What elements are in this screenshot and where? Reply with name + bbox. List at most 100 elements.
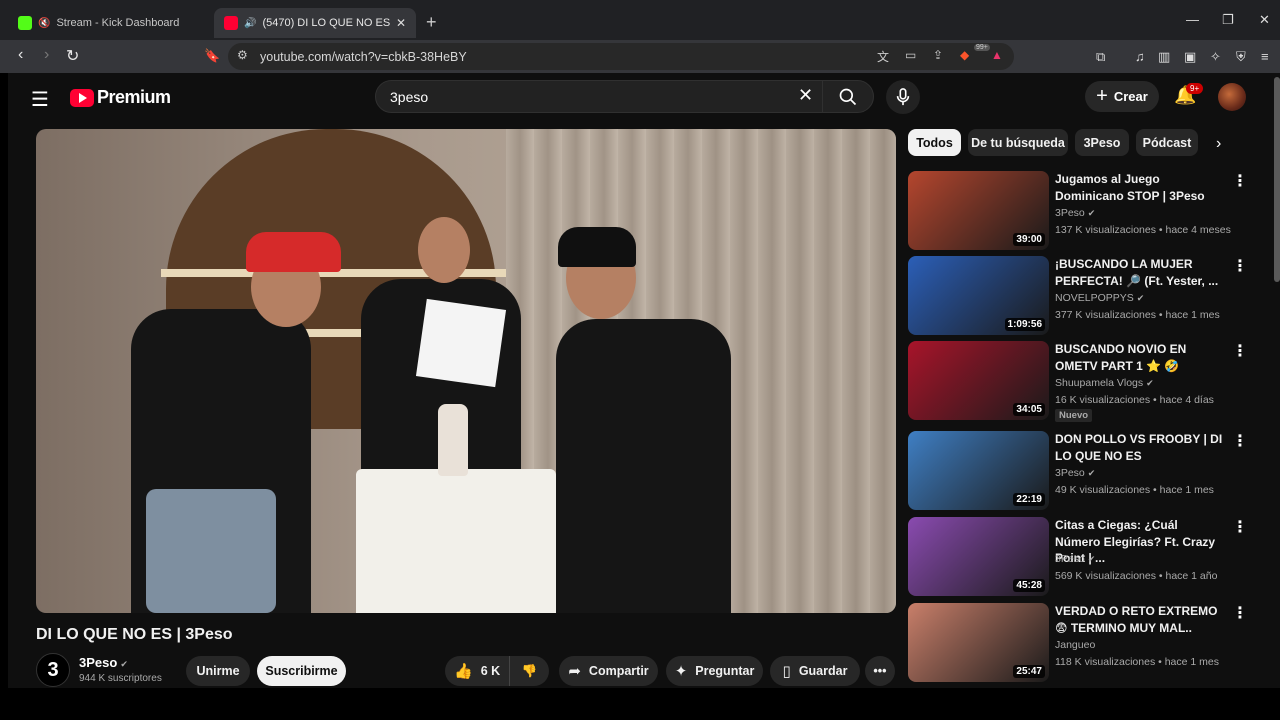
thumbs-up-icon: 👍 bbox=[454, 663, 473, 680]
chip-podcast[interactable]: Pódcast bbox=[1136, 129, 1198, 156]
create-button[interactable]: + Crear bbox=[1085, 81, 1159, 112]
video-person-right bbox=[556, 319, 731, 613]
join-button[interactable]: Unirme bbox=[186, 656, 250, 686]
speaker-icon[interactable]: 🔊 bbox=[244, 18, 256, 29]
recommendation-channel[interactable]: NOVELPOPPYS ✔ bbox=[1055, 292, 1144, 304]
recommendation-channel[interactable]: 3Peso ✔ bbox=[1055, 553, 1095, 565]
dislike-button[interactable]: 👎 bbox=[509, 656, 549, 686]
new-tab-button[interactable]: + bbox=[426, 12, 437, 33]
video-thumbnail[interactable]: 22:19 bbox=[908, 431, 1049, 510]
video-thumbnail[interactable]: 45:28 bbox=[908, 517, 1049, 596]
share-icon[interactable]: ⇪ bbox=[933, 48, 943, 62]
duration-badge: 22:19 bbox=[1013, 493, 1045, 506]
search-input[interactable]: 3peso bbox=[375, 80, 823, 113]
voice-search-button[interactable] bbox=[886, 80, 920, 114]
sparkle-icon: ✦ bbox=[674, 663, 688, 680]
channel-name: 3Peso bbox=[1055, 553, 1085, 565]
subscribe-label: Suscribirme bbox=[265, 664, 338, 678]
video-thumbnail[interactable]: 39:00 bbox=[908, 171, 1049, 250]
chip-3peso[interactable]: 3Peso bbox=[1075, 129, 1129, 156]
video-thumbnail[interactable]: 25:47 bbox=[908, 603, 1049, 682]
brave-rewards-icon[interactable]: ▲ bbox=[991, 48, 1003, 62]
recommendation-title[interactable]: VERDAD O RETO EXTREMO 😨 TERMINO MUY MAL.… bbox=[1055, 603, 1225, 636]
recommendation-item[interactable]: 25:47 VERDAD O RETO EXTREMO 😨 TERMINO MU… bbox=[908, 603, 1258, 683]
video-thumbnail[interactable]: 1:09:56 bbox=[908, 256, 1049, 335]
vpn-icon[interactable]: ⛨ bbox=[1236, 49, 1246, 65]
recommendation-title[interactable]: ¡BUSCANDO LA MUJER PERFECTA! 🔎 (Ft. Yest… bbox=[1055, 256, 1225, 289]
share-button[interactable]: ➦ Compartir bbox=[559, 656, 658, 686]
new-badge: Nuevo bbox=[1055, 409, 1093, 422]
tab-title: Stream - Kick Dashboard bbox=[56, 17, 180, 29]
reload-icon[interactable]: ↻ bbox=[66, 46, 79, 66]
subscribe-button[interactable]: Suscribirme bbox=[257, 656, 346, 686]
minimize-icon[interactable]: — bbox=[1186, 12, 1199, 27]
recommendation-channel[interactable]: 3Peso ✔ bbox=[1055, 207, 1095, 219]
save-button[interactable]: ▯ Guardar bbox=[770, 656, 860, 686]
chip-de-tu-busqueda[interactable]: De tu búsqueda bbox=[968, 129, 1068, 156]
clear-search-icon[interactable]: ✕ bbox=[798, 85, 813, 106]
forward-icon[interactable]: › bbox=[44, 46, 49, 64]
scrollbar-thumb[interactable] bbox=[1274, 77, 1280, 282]
more-vertical-icon[interactable]: ⋮ bbox=[1232, 517, 1248, 537]
more-vertical-icon[interactable]: ⋮ bbox=[1232, 171, 1248, 191]
tab-kick-dashboard[interactable]: 🔇 Stream - Kick Dashboard bbox=[8, 8, 208, 38]
recommendation-item[interactable]: 39:00 Jugamos al Juego Dominicano STOP |… bbox=[908, 171, 1258, 251]
channel-avatar[interactable]: 3 bbox=[36, 653, 70, 687]
recommendation-channel[interactable]: 3Peso ✔ bbox=[1055, 467, 1095, 479]
search-button[interactable] bbox=[822, 80, 874, 113]
chevron-right-icon[interactable]: › bbox=[1216, 135, 1221, 153]
video-player[interactable] bbox=[36, 129, 896, 613]
recommendation-channel[interactable]: Shuupamela Vlogs ✔ bbox=[1055, 377, 1154, 389]
recommendation-meta: 49 K visualizaciones • hace 1 mes bbox=[1055, 484, 1214, 496]
screenshot-icon[interactable]: ⧉ bbox=[1096, 49, 1105, 65]
hamburger-menu-icon[interactable]: ☰ bbox=[31, 87, 49, 112]
more-vertical-icon[interactable]: ⋮ bbox=[1232, 256, 1248, 276]
like-button[interactable]: 👍 6 K bbox=[445, 656, 509, 686]
brave-shield-icon[interactable]: ◆ bbox=[960, 48, 969, 62]
tab-youtube-active[interactable]: 🔊 (5470) DI LO QUE NO ES | 3Pe ✕ bbox=[214, 8, 416, 38]
more-vertical-icon[interactable]: ⋮ bbox=[1232, 341, 1248, 361]
video-title: DI LO QUE NO ES | 3Peso bbox=[36, 626, 233, 643]
recommendation-channel[interactable]: Jangueo bbox=[1055, 639, 1095, 651]
recommendation-title[interactable]: Jugamos al Juego Dominicano STOP | 3Peso bbox=[1055, 171, 1225, 204]
recommendation-item[interactable]: 22:19 DON POLLO VS FROOBY | DI LO QUE NO… bbox=[908, 431, 1258, 511]
microphone-icon bbox=[896, 88, 910, 106]
muted-speaker-icon[interactable]: 🔇 bbox=[38, 18, 50, 29]
ask-button[interactable]: ✦ Preguntar bbox=[666, 656, 763, 686]
duration-badge: 1:09:56 bbox=[1004, 318, 1045, 331]
recommendation-item[interactable]: 45:28 Citas a Ciegas: ¿Cuál Número Elegi… bbox=[908, 517, 1258, 597]
wallet-icon[interactable]: ▣ bbox=[1184, 49, 1196, 65]
video-thumbnail[interactable]: 34:05 bbox=[908, 341, 1049, 420]
recommendation-title[interactable]: BUSCANDO NOVIO EN OMETV PART 1 ⭐ 🤣 bbox=[1055, 341, 1225, 374]
bookmark-icon[interactable]: 🔖 bbox=[204, 48, 220, 64]
back-icon[interactable]: ‹ bbox=[18, 46, 23, 64]
chip-todos[interactable]: Todos bbox=[908, 129, 961, 156]
close-tab-icon[interactable]: ✕ bbox=[396, 16, 406, 30]
maximize-icon[interactable]: ❐ bbox=[1222, 12, 1234, 28]
youtube-premium-logo[interactable]: Premium bbox=[70, 87, 171, 108]
site-settings-icon[interactable]: ⚙ bbox=[237, 48, 248, 62]
recommendation-item[interactable]: 1:09:56 ¡BUSCANDO LA MUJER PERFECTA! 🔎 (… bbox=[908, 256, 1258, 336]
cast-icon[interactable]: ▭ bbox=[905, 48, 916, 62]
address-bar[interactable]: youtube.com/watch?v=cbkB-38HeBY bbox=[228, 43, 1014, 70]
verified-icon: ✔ bbox=[120, 659, 128, 669]
menu-icon[interactable]: ≡ bbox=[1261, 49, 1269, 64]
channel-name-row[interactable]: 3Peso ✔ bbox=[79, 655, 128, 670]
leo-ai-icon[interactable]: ✧ bbox=[1210, 49, 1221, 65]
recommendation-title[interactable]: DON POLLO VS FROOBY | DI LO QUE NO ES bbox=[1055, 431, 1225, 464]
more-actions-button[interactable]: ••• bbox=[865, 656, 895, 686]
verified-icon: ✔ bbox=[1146, 378, 1154, 388]
channel-name: Jangueo bbox=[1055, 639, 1096, 651]
more-vertical-icon[interactable]: ⋮ bbox=[1232, 431, 1248, 451]
user-avatar[interactable] bbox=[1218, 83, 1246, 111]
more-vertical-icon[interactable]: ⋮ bbox=[1232, 603, 1248, 623]
more-horizontal-icon: ••• bbox=[873, 664, 887, 678]
media-icon[interactable]: ♫ bbox=[1135, 49, 1145, 64]
plus-icon: + bbox=[1096, 85, 1108, 107]
sidebar-icon[interactable]: ▥ bbox=[1158, 49, 1170, 65]
shield-count-badge: 99+ bbox=[974, 44, 990, 51]
close-window-icon[interactable]: ✕ bbox=[1259, 12, 1270, 28]
recommendation-item[interactable]: 34:05 BUSCANDO NOVIO EN OMETV PART 1 ⭐ 🤣… bbox=[908, 341, 1258, 422]
duration-badge: 25:47 bbox=[1013, 665, 1045, 678]
translate-icon[interactable]: 文 bbox=[877, 48, 889, 65]
